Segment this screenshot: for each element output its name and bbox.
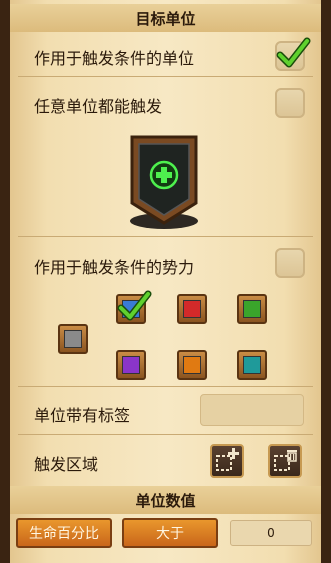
zone-label: 触发区域 — [34, 455, 99, 474]
window-frame: 目标单位 作用于触发条件的单位 任意单位都能触发 作用于触发条件的势力 单位带有… — [0, 0, 331, 563]
tag-label: 单位带有标签 — [34, 406, 131, 425]
unit-value-header: 单位数值 — [10, 486, 321, 514]
add-region-button[interactable] — [210, 444, 244, 478]
unit-slot[interactable] — [128, 133, 200, 231]
checkmark-icon — [117, 290, 152, 321]
any-unit-row: 任意单位都能触发 — [10, 84, 321, 124]
compare-select-button[interactable]: 大于 — [122, 518, 218, 548]
divider — [18, 236, 313, 237]
value-input[interactable]: 0 — [230, 520, 312, 546]
checkmark-icon — [276, 37, 311, 68]
teal-color — [243, 356, 261, 374]
purple-color — [122, 356, 140, 374]
delete-region-button[interactable] — [268, 444, 302, 478]
force-label: 作用于触发条件的势力 — [34, 258, 195, 277]
divider — [18, 434, 313, 435]
force-swatch-gray[interactable] — [58, 324, 88, 354]
force-swatch-orange[interactable] — [177, 350, 207, 380]
force-swatch-purple[interactable] — [116, 350, 146, 380]
affected-unit-row: 作用于触发条件的单位 — [10, 36, 321, 76]
any-unit-label: 任意单位都能触发 — [34, 97, 163, 116]
unit-shield-icon — [130, 135, 198, 229]
tag-row: 单位带有标签 — [10, 392, 321, 432]
red-color — [183, 300, 201, 318]
gray-color — [64, 330, 82, 348]
stat-select-button[interactable]: 生命百分比 — [16, 518, 112, 548]
tag-input[interactable] — [200, 394, 304, 426]
force-swatch-blue[interactable] — [116, 290, 152, 324]
add-region-icon — [216, 448, 239, 471]
force-swatch-teal[interactable] — [237, 350, 267, 380]
orange-color — [183, 356, 201, 374]
force-row: 作用于触发条件的势力 — [10, 244, 321, 284]
target-unit-header: 目标单位 — [10, 4, 321, 32]
affected-unit-checkbox[interactable] — [275, 37, 311, 71]
divider — [18, 76, 313, 77]
green-color — [243, 300, 261, 318]
force-swatch-green[interactable] — [237, 294, 267, 324]
settings-panel: 目标单位 作用于触发条件的单位 任意单位都能触发 作用于触发条件的势力 单位带有… — [10, 0, 321, 563]
force-checkbox[interactable] — [275, 248, 305, 278]
divider — [18, 386, 313, 387]
any-unit-checkbox[interactable] — [275, 88, 305, 118]
delete-region-icon — [274, 450, 297, 471]
affected-unit-label: 作用于触发条件的单位 — [34, 49, 195, 68]
force-swatch-red[interactable] — [177, 294, 207, 324]
zone-row: 触发区域 — [10, 440, 321, 482]
